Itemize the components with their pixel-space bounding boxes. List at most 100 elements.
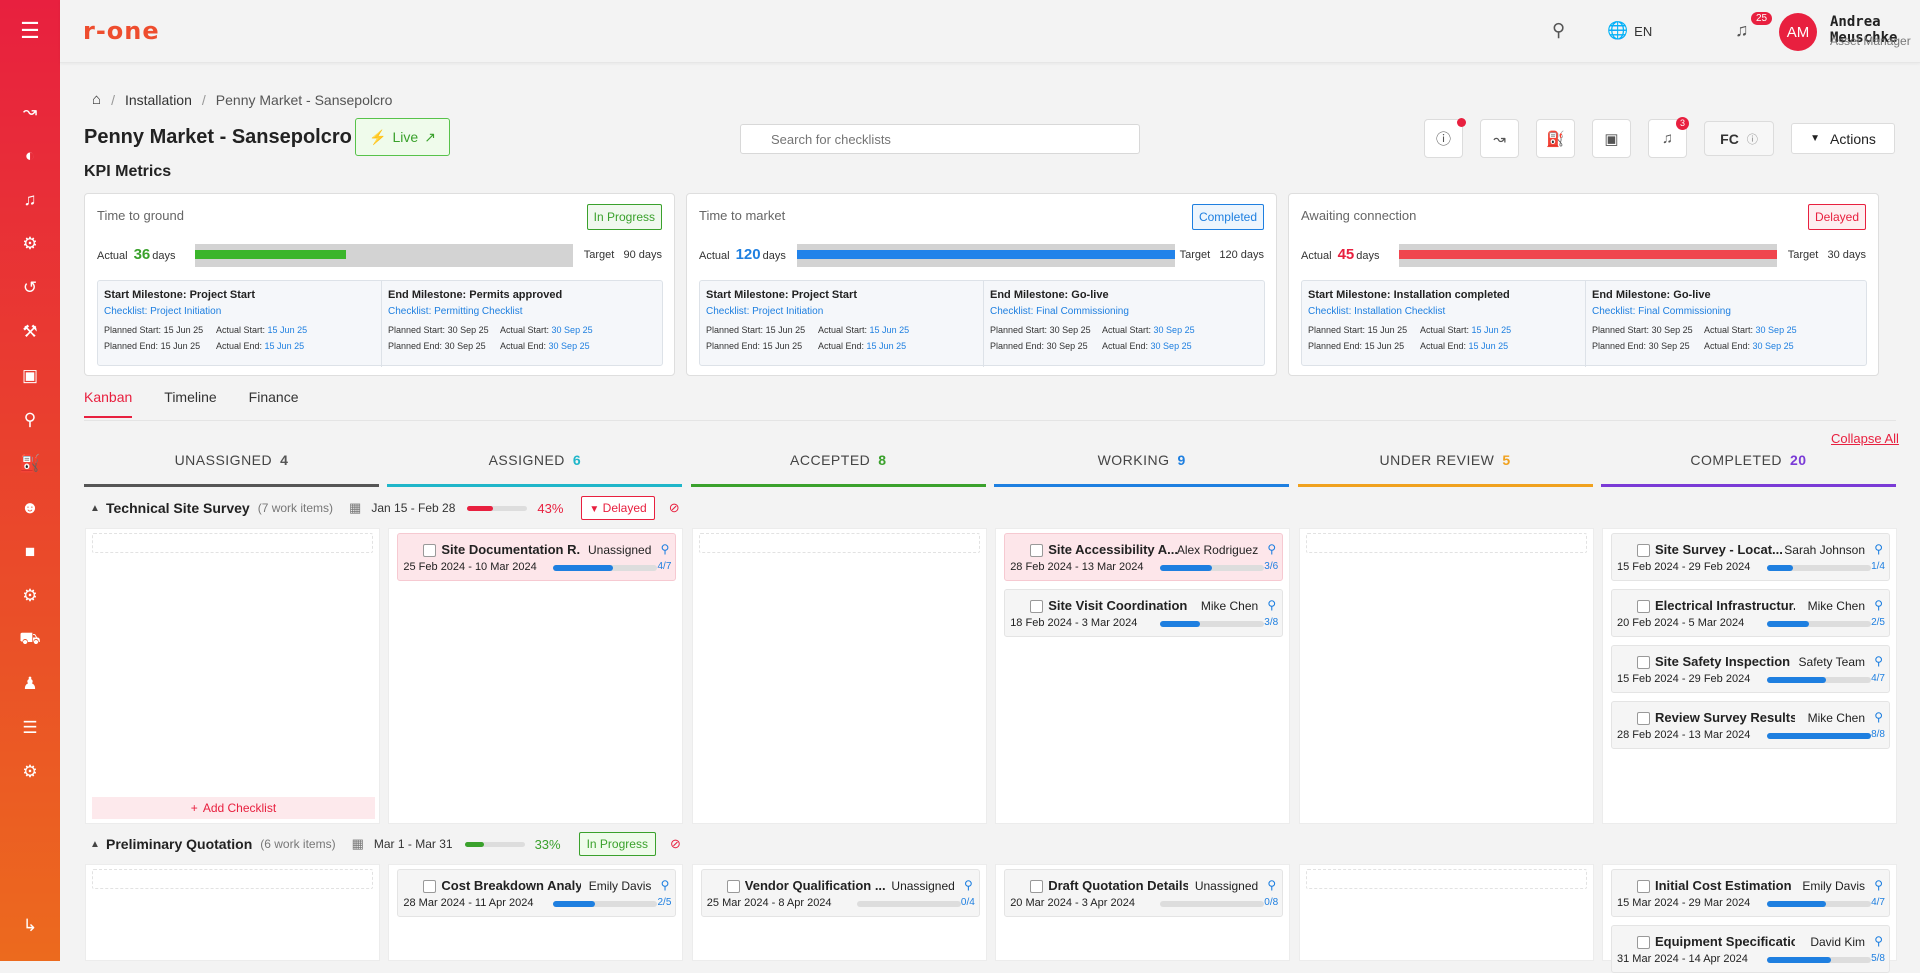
kanban-column: Initial Cost Estimation Emily Davis ⚲ 15… bbox=[1602, 864, 1897, 973]
actual-start-value: 15 Jun 25 bbox=[1471, 325, 1512, 335]
milestone-checklist-link[interactable]: Checklist: Permitting Checklist bbox=[388, 306, 658, 317]
wrench-icon[interactable]: ⚒ bbox=[0, 318, 60, 346]
card-checkbox[interactable] bbox=[726, 880, 740, 893]
users-icon[interactable]: ☻ bbox=[0, 494, 60, 522]
bell-icon[interactable]: ♫ bbox=[0, 186, 60, 214]
card-checkbox[interactable] bbox=[1637, 712, 1650, 725]
card-checkbox[interactable] bbox=[423, 544, 437, 557]
card-checkbox[interactable] bbox=[1030, 544, 1044, 557]
menu-icon[interactable]: ☰ bbox=[0, 17, 60, 45]
collapse-all-link[interactable]: Collapse All bbox=[1831, 431, 1899, 446]
kanban-column: Vendor Qualification ... Unassigned ⚲ 25… bbox=[691, 864, 987, 961]
charger-icon[interactable]: ⛽ bbox=[0, 450, 60, 478]
drop-zone[interactable] bbox=[1305, 533, 1587, 553]
milestone-checklist-link[interactable]: Checklist: Final Commissioning bbox=[990, 306, 1260, 317]
checklist-card[interactable]: Equipment Specificatio... David Kim ⚲ 31… bbox=[1611, 925, 1890, 973]
language-selector[interactable]: 🌐 EN bbox=[1607, 21, 1652, 41]
logout-icon[interactable]: ↳ bbox=[0, 912, 60, 940]
drop-zone[interactable] bbox=[1305, 869, 1587, 889]
drop-zone[interactable] bbox=[92, 869, 373, 889]
checklist-card[interactable]: Site Visit Coordination Mike Chen ⚲ 18 F… bbox=[1004, 589, 1284, 637]
actions-dropdown[interactable]: ▼ Actions bbox=[1791, 123, 1895, 154]
attachment-icon[interactable]: ⚲ bbox=[661, 542, 670, 556]
milestone-checklist-link[interactable]: Checklist: Project Initiation bbox=[706, 306, 977, 317]
milestone-checklist-link[interactable]: Checklist: Final Commissioning bbox=[1592, 306, 1862, 317]
attachment-icon[interactable]: ⚲ bbox=[1874, 710, 1883, 724]
collapse-caret-icon[interactable]: ▲ bbox=[90, 503, 106, 514]
analytics-button[interactable]: ↝ bbox=[1480, 119, 1519, 158]
card-progress-bar bbox=[1160, 621, 1265, 627]
tab-finance[interactable]: Finance bbox=[249, 389, 299, 418]
checklist-card[interactable]: Electrical Infrastructur... Mike Chen ⚲ … bbox=[1611, 589, 1890, 637]
app-logo[interactable]: r-one bbox=[83, 17, 160, 45]
attachment-icon[interactable]: ⚲ bbox=[1874, 878, 1883, 892]
attachment-icon[interactable]: ⚲ bbox=[661, 878, 670, 892]
bug-icon[interactable]: ⚙ bbox=[0, 230, 60, 258]
card-assignee: Unassigned bbox=[1194, 879, 1259, 893]
avatar[interactable]: AM bbox=[1779, 13, 1817, 51]
attachment-icon[interactable]: ⚲ bbox=[1267, 542, 1276, 556]
card-checkbox[interactable] bbox=[1637, 880, 1650, 893]
card-progress-text: 1/4 bbox=[1871, 561, 1885, 572]
planned-start-value: 30 Sep 25 bbox=[1651, 325, 1693, 335]
add-checklist-button[interactable]: + Add Checklist bbox=[92, 797, 375, 819]
gallery-button[interactable]: ▣ bbox=[1592, 119, 1631, 158]
attachment-icon[interactable]: ⚲ bbox=[1874, 542, 1883, 556]
truck-icon[interactable]: ⛟ bbox=[0, 626, 60, 654]
card-checkbox[interactable] bbox=[1637, 656, 1650, 669]
block-icon[interactable]: ⊘ bbox=[670, 836, 681, 852]
drop-zone[interactable] bbox=[698, 533, 980, 553]
box-icon[interactable]: ■ bbox=[0, 538, 60, 566]
live-status-button[interactable]: ⚡ Live ↗ bbox=[355, 118, 450, 156]
card-checkbox[interactable] bbox=[1637, 544, 1650, 557]
drop-zone[interactable] bbox=[92, 533, 373, 553]
briefcase-icon[interactable]: ▣ bbox=[0, 362, 60, 390]
checklist-card[interactable]: Vendor Qualification ... Unassigned ⚲ 25… bbox=[700, 869, 980, 917]
home-icon[interactable]: ⌂ bbox=[92, 91, 101, 108]
attachment-icon[interactable]: ⚲ bbox=[1874, 598, 1883, 612]
checklist-card[interactable]: Draft Quotation Details Unassigned ⚲ 20 … bbox=[1004, 869, 1284, 917]
settings-icon[interactable]: ⚙ bbox=[0, 758, 60, 786]
pin-icon[interactable]: ⚲ bbox=[0, 406, 60, 434]
attachment-icon[interactable]: ⚲ bbox=[964, 878, 973, 892]
block-icon[interactable]: ⊘ bbox=[669, 500, 680, 516]
checklist-card[interactable]: Initial Cost Estimation Emily Davis ⚲ 15… bbox=[1611, 869, 1890, 917]
checklist-search-input[interactable] bbox=[740, 124, 1140, 154]
breadcrumb-installation[interactable]: Installation bbox=[125, 92, 192, 108]
checklist-card[interactable]: Site Accessibility A... Alex Rodriguez ⚲… bbox=[1004, 533, 1284, 581]
cogs-icon[interactable]: ⚙ bbox=[0, 582, 60, 610]
attachment-icon[interactable]: ⚲ bbox=[1267, 598, 1276, 612]
globe-icon[interactable]: ◐ bbox=[0, 142, 60, 170]
charger-button[interactable]: ⛽ bbox=[1536, 119, 1575, 158]
checklist-card[interactable]: Cost Breakdown Analy... Emily Davis ⚲ 28… bbox=[397, 869, 677, 917]
history-icon[interactable]: ↺ bbox=[0, 274, 60, 302]
milestone-checklist-link[interactable]: Checklist: Installation Checklist bbox=[1308, 306, 1579, 317]
card-checkbox[interactable] bbox=[1637, 600, 1650, 613]
card-title: Electrical Infrastructur... bbox=[1655, 598, 1795, 613]
tab-kanban[interactable]: Kanban bbox=[84, 389, 133, 418]
card-assignee: Unassigned bbox=[891, 879, 955, 893]
fc-button[interactable]: FC ⓘ bbox=[1704, 121, 1774, 156]
card-checkbox[interactable] bbox=[1030, 600, 1044, 613]
card-checkbox[interactable] bbox=[1637, 936, 1650, 949]
checklist-card[interactable]: Site Survey - Locat... Sarah Johnson ⚲ 1… bbox=[1611, 533, 1890, 581]
attachment-icon[interactable]: ⚲ bbox=[1267, 878, 1276, 892]
notification-bell-icon[interactable]: ♫ bbox=[1735, 20, 1749, 41]
card-checkbox[interactable] bbox=[1030, 880, 1044, 893]
tab-timeline[interactable]: Timeline bbox=[164, 389, 216, 418]
database-icon[interactable]: ☰ bbox=[0, 714, 60, 742]
card-progress-fill bbox=[1160, 565, 1213, 571]
attachment-icon[interactable]: ⚲ bbox=[1874, 934, 1883, 948]
search-icon[interactable]: ⚲ bbox=[1552, 20, 1565, 41]
milestone-checklist-link[interactable]: Checklist: Project Initiation bbox=[104, 306, 375, 317]
user-settings-icon[interactable]: ♟ bbox=[0, 670, 60, 698]
collapse-caret-icon[interactable]: ▲ bbox=[90, 839, 106, 850]
column-color-bar bbox=[1297, 484, 1593, 487]
attachment-icon[interactable]: ⚲ bbox=[1874, 654, 1883, 668]
chart-icon[interactable]: ↝ bbox=[0, 98, 60, 126]
kpi-name: Awaiting connection bbox=[1301, 208, 1417, 223]
checklist-card[interactable]: Review Survey Results Mike Chen ⚲ 28 Feb… bbox=[1611, 701, 1890, 749]
checklist-card[interactable]: Site Safety Inspection Safety Team ⚲ 15 … bbox=[1611, 645, 1890, 693]
checklist-card[interactable]: Site Documentation R... Unassigned ⚲ 25 … bbox=[397, 533, 677, 581]
card-checkbox[interactable] bbox=[423, 880, 437, 893]
